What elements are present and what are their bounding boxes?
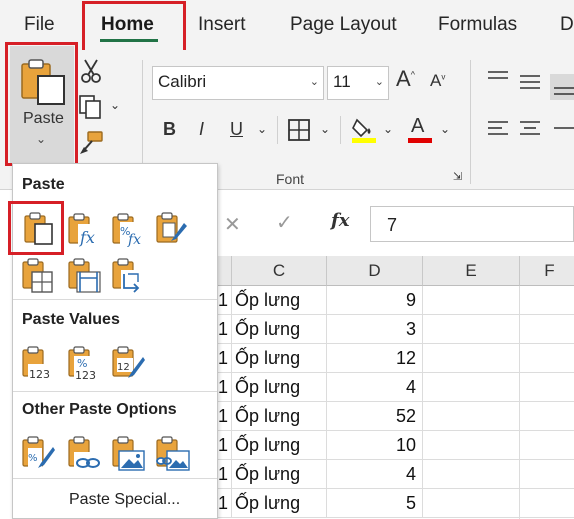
column-header-b[interactable] (218, 256, 232, 286)
underline-button[interactable]: U (230, 119, 243, 140)
paste-formulas-icon[interactable]: fx (66, 212, 102, 248)
cell-c[interactable]: Ốp lưng (232, 489, 327, 518)
tab-file[interactable]: File (24, 14, 55, 36)
cell-b[interactable]: 1 (218, 402, 232, 431)
cell-c[interactable]: Ốp lưng (232, 344, 327, 373)
menu-separator (13, 299, 217, 300)
paste-formulas-number-format-icon[interactable]: % fx (110, 212, 146, 248)
underline-dropdown-chevron-icon[interactable]: ⌄ (257, 122, 267, 136)
keep-column-widths-icon[interactable] (66, 258, 102, 294)
menu-separator (13, 391, 217, 392)
borders-dropdown-chevron-icon[interactable]: ⌄ (320, 122, 330, 136)
copy-dropdown-chevron-icon[interactable]: ⌄ (110, 98, 120, 112)
font-size-value: 11 (333, 72, 351, 91)
paste-special-menu-item[interactable]: Paste Special... (69, 491, 180, 509)
paste-button-highlight (5, 42, 78, 166)
font-name-value: Calibri (158, 72, 207, 91)
cell-d[interactable]: 5 (327, 489, 423, 518)
cell-d[interactable]: 12 (327, 344, 423, 373)
cell-c[interactable]: Ốp lưng (232, 431, 327, 460)
insert-function-button[interactable]: fx (331, 210, 349, 231)
cell-c[interactable]: Ốp lưng (232, 286, 327, 315)
chevron-down-icon: ⌄ (374, 76, 384, 88)
bold-button[interactable]: B (163, 119, 176, 140)
font-group-label: Font (276, 171, 305, 187)
paste-no-borders-icon[interactable] (20, 258, 56, 294)
font-name-dropdown[interactable]: Calibri ⌄ (152, 66, 324, 100)
font-color-dropdown-chevron-icon[interactable]: ⌄ (440, 122, 450, 136)
fill-color-dropdown-chevron-icon[interactable]: ⌄ (383, 122, 393, 136)
tab-insert[interactable]: Insert (198, 14, 246, 36)
paste-icon-highlight (8, 201, 64, 255)
format-painter-icon[interactable] (78, 130, 104, 156)
linked-picture-icon[interactable] (154, 436, 190, 472)
column-header-c[interactable]: C (232, 256, 327, 286)
column-header-f[interactable]: F (520, 256, 574, 286)
tab-formulas[interactable]: Formulas (438, 14, 517, 36)
cell-b[interactable]: 1 (218, 286, 232, 315)
cell-d[interactable]: 4 (327, 460, 423, 489)
cell-c[interactable]: Ốp lưng (232, 402, 327, 431)
cell-d[interactable]: 52 (327, 402, 423, 431)
svg-text:fx: fx (127, 232, 141, 248)
cell-c[interactable]: Ốp lưng (232, 373, 327, 402)
column-header-d[interactable]: D (327, 256, 423, 286)
cell-b[interactable]: 1 (218, 460, 232, 489)
menu-section-other-paste-options: Other Paste Options (22, 401, 177, 418)
group-separator (277, 116, 278, 144)
menu-separator (13, 478, 217, 479)
cell-d[interactable]: 4 (327, 373, 423, 402)
grow-font-button[interactable]: A^ (396, 66, 415, 92)
group-separator (340, 116, 341, 144)
svg-text:12: 12 (117, 362, 130, 373)
paste-formatting-icon[interactable]: % (20, 436, 56, 472)
paste-values-source-formatting-icon[interactable]: 12 (110, 346, 146, 382)
cell-b[interactable]: 1 (218, 315, 232, 344)
cell-b[interactable]: 1 (218, 431, 232, 460)
paste-picture-icon[interactable] (110, 436, 146, 472)
keep-source-formatting-icon[interactable] (154, 211, 190, 247)
cell-c[interactable]: Ốp lưng (232, 460, 327, 489)
menu-section-paste-values: Paste Values (22, 311, 120, 328)
font-color-swatch (408, 138, 432, 143)
empty-cells-grid (423, 286, 574, 519)
font-color-button[interactable]: A (411, 115, 424, 138)
borders-icon[interactable] (287, 118, 311, 142)
cell-b[interactable]: 1 (218, 344, 232, 373)
chevron-down-icon: ⌄ (309, 76, 319, 88)
font-size-dropdown[interactable]: 11 ⌄ (327, 66, 389, 100)
copy-icon[interactable] (78, 94, 104, 120)
formula-value: 7 (387, 215, 398, 235)
font-dialog-launcher-icon[interactable]: ⇲ (453, 170, 462, 183)
svg-text:%: % (28, 453, 38, 464)
column-header-e[interactable]: E (423, 256, 520, 286)
shrink-font-button[interactable]: Av (430, 71, 445, 91)
svg-text:fx: fx (79, 228, 95, 247)
cell-d[interactable]: 10 (327, 431, 423, 460)
tab-data[interactable]: D (560, 14, 574, 36)
menu-section-paste: Paste (22, 176, 65, 193)
svg-text:123: 123 (75, 369, 96, 382)
paste-values-icon[interactable]: 123 (20, 346, 56, 382)
cell-b[interactable]: 1 (218, 489, 232, 518)
cell-d[interactable]: 3 (327, 315, 423, 344)
paste-link-icon[interactable] (66, 436, 102, 472)
cut-icon[interactable] (80, 58, 102, 84)
group-separator (470, 60, 471, 184)
formula-input[interactable]: 7 (370, 206, 574, 242)
italic-button[interactable]: I (199, 119, 204, 140)
cell-c[interactable]: Ốp lưng (232, 315, 327, 344)
paste-values-number-format-icon[interactable]: % 123 (66, 346, 102, 382)
fill-color-icon[interactable] (351, 116, 377, 144)
cancel-entry-icon[interactable]: ✕ (224, 212, 241, 237)
tab-page-layout[interactable]: Page Layout (290, 14, 397, 36)
confirm-entry-icon[interactable]: ✓ (276, 210, 293, 235)
transpose-icon[interactable] (110, 258, 146, 294)
svg-text:123: 123 (29, 368, 50, 381)
cell-d[interactable]: 9 (327, 286, 423, 315)
alignment-icons (488, 71, 574, 140)
cell-b[interactable]: 1 (218, 373, 232, 402)
home-tab-highlight (82, 1, 186, 54)
